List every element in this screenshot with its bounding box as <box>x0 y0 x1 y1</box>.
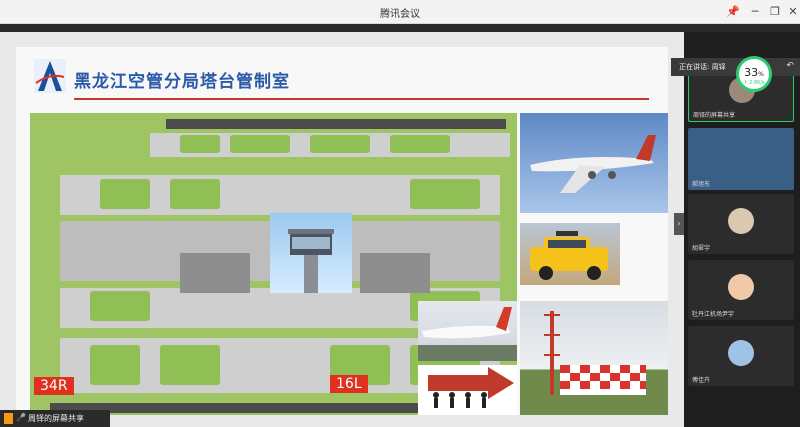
avatar <box>728 274 754 300</box>
network-percent: 33% <box>744 66 764 79</box>
runway-top <box>166 119 506 129</box>
arrow-banner-image <box>418 365 517 415</box>
mic-icon: 🎤 <box>16 413 26 422</box>
follow-me-car-photo <box>520 223 620 285</box>
participant-tile[interactable]: 牡丹江机场尹宇 <box>688 260 794 320</box>
window-title: 腾讯会议 <box>380 9 420 20</box>
network-gauge: 33% ↑ 2.8K/s <box>736 56 772 92</box>
airliner-photo <box>520 113 668 213</box>
slide-title: 黑龙江空管分局塔台管制室 <box>74 72 290 92</box>
participant-name: 郝旭东 <box>692 181 711 188</box>
participant-tile[interactable]: 胡翠宇 <box>688 194 794 254</box>
share-label: 周铎的屏幕共享 <box>28 414 84 423</box>
pin-icon[interactable]: 📌 <box>724 3 742 21</box>
participant-name: 傅佳卉 <box>692 377 711 384</box>
title-underline <box>74 98 649 100</box>
atc-logo-icon <box>34 59 66 93</box>
aircraft-photo <box>418 301 517 361</box>
close-button[interactable]: ✕ <box>784 3 800 21</box>
back-arrow-icon[interactable]: ↶ <box>786 61 794 71</box>
shared-screen: 黑龙江空管分局塔台管制室 34R 16L <box>0 32 684 427</box>
network-speed: ↑ 2.8K/s <box>743 80 765 86</box>
avatar <box>728 208 754 234</box>
participant-tile[interactable]: 傅佳卉 <box>688 326 794 386</box>
toolbar-band <box>0 24 800 32</box>
control-tower-image <box>270 213 352 293</box>
speaking-label: 正在讲话: 周铎 <box>679 63 726 71</box>
participant-name: 周铎的屏幕共享 <box>693 112 736 119</box>
collapse-sidebar-button[interactable]: › <box>674 213 684 235</box>
participant-name: 胡翠宇 <box>692 245 711 252</box>
radar-station-photo <box>520 301 668 415</box>
presentation-slide: 黑龙江空管分局塔台管制室 34R 16L <box>16 47 668 415</box>
minimize-button[interactable]: ─ <box>746 3 764 21</box>
runway-label-16l: 16L <box>330 375 368 393</box>
participant-panel: 周铎的屏幕共享 郝旭东 胡翠宇 牡丹江机场尹宇 傅佳卉 <box>684 32 800 427</box>
participant-tile[interactable]: 郝旭东 <box>688 128 794 190</box>
participant-name: 牡丹江机场尹宇 <box>692 311 735 318</box>
title-bar: 腾讯会议 📌 ─ ❐ ✕ <box>0 0 800 24</box>
user-icon <box>4 413 13 424</box>
avatar <box>728 340 754 366</box>
runway-label-34r: 34R <box>34 377 74 395</box>
screen-share-status[interactable]: 🎤 周铎的屏幕共享 <box>0 410 110 427</box>
maximize-button[interactable]: ❐ <box>766 3 784 21</box>
